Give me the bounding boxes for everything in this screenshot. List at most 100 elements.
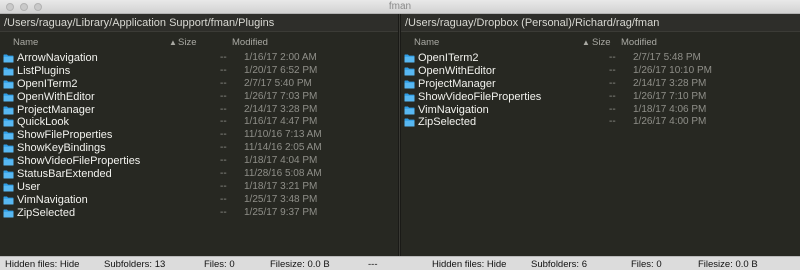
file-row[interactable]: OpenWithEditor -- 1/26/17 10:10 PM bbox=[401, 65, 800, 78]
file-row[interactable]: OpenITerm2 -- 2/7/17 5:48 PM bbox=[401, 52, 800, 65]
file-size: -- bbox=[220, 116, 227, 128]
file-row[interactable]: OpenITerm2 -- 2/7/17 5:40 PM bbox=[0, 78, 398, 91]
window-titlebar: fman bbox=[0, 0, 800, 14]
left-subfolders-count: Subfolders: 13 bbox=[104, 259, 166, 270]
file-modified: 1/20/17 6:52 PM bbox=[244, 64, 318, 76]
file-row[interactable]: ListPlugins -- 1/20/17 6:52 PM bbox=[0, 65, 398, 78]
file-name: OpenITerm2 bbox=[418, 52, 479, 64]
left-column-header: Name ▲ Size Modified bbox=[0, 36, 398, 50]
file-row[interactable]: ShowKeyBindings -- 11/14/16 2:05 AM bbox=[0, 142, 398, 155]
file-size: -- bbox=[220, 129, 227, 141]
file-size: -- bbox=[609, 52, 616, 63]
folder-icon bbox=[3, 54, 14, 63]
file-name: ZipSelected bbox=[418, 116, 477, 129]
file-modified: 1/18/17 3:21 PM bbox=[244, 180, 318, 192]
file-modified: 1/26/17 4:00 PM bbox=[633, 116, 707, 128]
folder-icon bbox=[3, 196, 14, 205]
folder-icon bbox=[3, 209, 14, 218]
column-size-header[interactable]: Size bbox=[592, 37, 610, 48]
left-pane[interactable]: /Users/raguay/Library/Application Suppor… bbox=[0, 14, 398, 256]
file-size: -- bbox=[609, 90, 616, 102]
right-filesize: Filesize: 0.0 B bbox=[698, 259, 758, 270]
file-row[interactable]: ArrowNavigation -- 1/16/17 2:00 AM bbox=[0, 52, 398, 65]
column-modified-header[interactable]: Modified bbox=[232, 37, 268, 48]
file-row[interactable]: ShowVideoFileProperties -- 1/18/17 4:04 PM bbox=[0, 155, 398, 168]
status-bar: Hidden files: Hide Subfolders: 13 Files:… bbox=[0, 256, 800, 270]
left-hidden-files-status[interactable]: Hidden files: Hide bbox=[5, 259, 79, 270]
file-size: -- bbox=[609, 116, 616, 128]
file-name: OpenWithEditor bbox=[418, 64, 496, 77]
column-name-header[interactable]: Name bbox=[13, 37, 38, 48]
file-row[interactable]: ProjectManager -- 2/14/17 3:28 PM bbox=[401, 78, 800, 91]
file-row[interactable]: VimNavigation -- 1/25/17 3:48 PM bbox=[0, 194, 398, 207]
file-name: OpenITerm2 bbox=[17, 77, 78, 90]
left-file-list: ArrowNavigation -- 1/16/17 2:00 AM ListPlug… bbox=[0, 52, 398, 220]
right-hidden-files-status[interactable]: Hidden files: Hide bbox=[432, 259, 506, 270]
file-size: -- bbox=[609, 77, 616, 89]
file-size: -- bbox=[609, 64, 616, 76]
right-file-list: OpenITerm2 -- 2/7/17 5:48 PM OpenWithEditor… bbox=[401, 52, 800, 129]
file-row[interactable]: User -- 1/18/17 3:21 PM bbox=[0, 181, 398, 194]
file-modified: 1/16/17 2:00 AM bbox=[244, 52, 317, 63]
status-separator: --- bbox=[368, 259, 378, 270]
folder-icon bbox=[3, 67, 14, 76]
file-size: -- bbox=[220, 168, 227, 180]
file-row[interactable]: StatusBarExtended -- 11/28/16 5:08 AM bbox=[0, 168, 398, 181]
file-modified: 2/14/17 3:28 PM bbox=[633, 77, 707, 89]
file-modified: 1/18/17 4:06 PM bbox=[633, 103, 707, 115]
right-files-count: Files: 0 bbox=[631, 259, 662, 270]
folder-icon bbox=[404, 67, 415, 76]
file-row[interactable]: ProjectManager -- 2/14/17 3:28 PM bbox=[0, 104, 398, 117]
folder-icon bbox=[404, 118, 415, 127]
file-name: ShowVideoFileProperties bbox=[17, 155, 141, 168]
file-name: QuickLook bbox=[17, 116, 69, 129]
file-name: OpenWithEditor bbox=[17, 90, 95, 103]
file-row[interactable]: ShowVideoFileProperties -- 1/26/17 7:10 PM bbox=[401, 91, 800, 104]
right-pane[interactable]: /Users/raguay/Dropbox (Personal)/Richard… bbox=[401, 14, 800, 256]
folder-icon bbox=[404, 93, 415, 102]
folder-icon bbox=[3, 157, 14, 166]
file-name: StatusBarExtended bbox=[17, 168, 112, 181]
folder-icon bbox=[404, 80, 415, 89]
file-modified: 1/26/17 7:10 PM bbox=[633, 90, 707, 102]
file-size: -- bbox=[220, 90, 227, 102]
file-name: VimNavigation bbox=[418, 103, 489, 116]
file-row[interactable]: ShowFileProperties -- 11/10/16 7:13 AM bbox=[0, 129, 398, 142]
file-size: -- bbox=[220, 193, 227, 205]
column-modified-header[interactable]: Modified bbox=[621, 37, 657, 48]
file-modified: 11/10/16 7:13 AM bbox=[244, 129, 322, 141]
file-modified: 11/28/16 5:08 AM bbox=[244, 168, 322, 180]
file-size: -- bbox=[220, 64, 227, 76]
file-size: -- bbox=[220, 206, 227, 218]
file-name: ShowKeyBindings bbox=[17, 142, 106, 155]
column-size-header[interactable]: Size bbox=[178, 37, 196, 48]
folder-icon bbox=[3, 118, 14, 127]
folder-icon bbox=[3, 80, 14, 89]
file-row[interactable]: VimNavigation -- 1/18/17 4:06 PM bbox=[401, 104, 800, 117]
left-path-bar[interactable]: /Users/raguay/Library/Application Suppor… bbox=[0, 14, 398, 32]
file-modified: 1/25/17 9:37 PM bbox=[244, 206, 318, 218]
folder-icon bbox=[3, 144, 14, 153]
folder-icon bbox=[404, 54, 415, 63]
window-title: fman bbox=[388, 1, 412, 12]
file-modified: 2/7/17 5:40 PM bbox=[244, 77, 312, 89]
file-row[interactable]: QuickLook -- 1/16/17 4:47 PM bbox=[0, 116, 398, 129]
file-row[interactable]: OpenWithEditor -- 1/26/17 7:03 PM bbox=[0, 91, 398, 104]
folder-icon bbox=[3, 183, 14, 192]
file-name: ProjectManager bbox=[418, 77, 496, 90]
file-row[interactable]: ZipSelected -- 1/26/17 4:00 PM bbox=[401, 116, 800, 129]
file-row[interactable]: ZipSelected -- 1/25/17 9:37 PM bbox=[0, 207, 398, 220]
right-subfolders-count: Subfolders: 6 bbox=[531, 259, 587, 270]
file-size: -- bbox=[220, 52, 227, 63]
file-name: ListPlugins bbox=[17, 64, 71, 77]
folder-icon bbox=[404, 106, 415, 115]
file-name: ShowFileProperties bbox=[17, 129, 113, 142]
file-modified: 2/14/17 3:28 PM bbox=[244, 103, 318, 115]
file-size: -- bbox=[220, 155, 227, 167]
file-modified: 1/18/17 4:04 PM bbox=[244, 155, 318, 167]
column-name-header[interactable]: Name bbox=[414, 37, 439, 48]
file-size: -- bbox=[220, 180, 227, 192]
file-size: -- bbox=[220, 103, 227, 115]
right-path-bar[interactable]: /Users/raguay/Dropbox (Personal)/Richard… bbox=[401, 14, 800, 32]
folder-icon bbox=[3, 131, 14, 140]
